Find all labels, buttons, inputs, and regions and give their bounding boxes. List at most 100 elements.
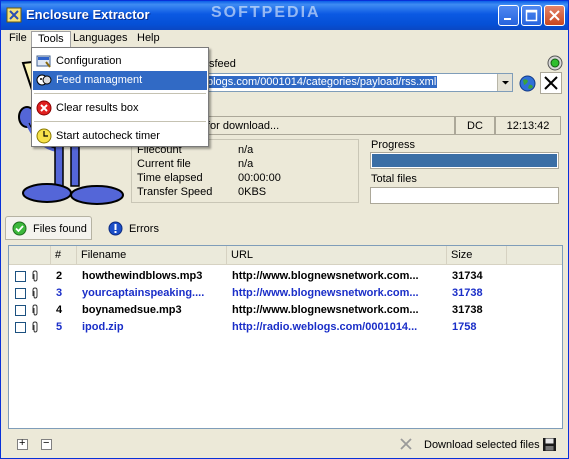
progress-label: Progress — [371, 139, 416, 151]
total-files-label: Total files — [371, 173, 417, 185]
maximize-button[interactable] — [521, 5, 542, 26]
softpedia-watermark: SOFTPEDIA — [211, 4, 321, 21]
feed-management-label: Feed managment — [56, 74, 143, 86]
row-checkbox[interactable] — [15, 305, 26, 316]
row-url: http://www.blognewsnetwork.com... — [232, 270, 419, 282]
row-url: http://www.blognewsnetwork.com... — [232, 304, 419, 316]
row-filename: howthewindblows.mp3 — [82, 270, 203, 282]
progress-bar — [370, 152, 559, 169]
menu-separator — [34, 121, 206, 122]
row-size: 31734 — [452, 270, 483, 282]
check-circle-icon — [12, 221, 27, 236]
row-number: 2 — [56, 270, 63, 282]
status-message-panel: for download... — [205, 116, 455, 135]
title-bar[interactable]: Enclosure Extractor SOFTPEDIA — [1, 1, 568, 30]
app-window: Enclosure Extractor SOFTPEDIA File Tools… — [0, 0, 569, 459]
col-header-select[interactable] — [9, 246, 51, 264]
menu-file[interactable]: File — [3, 31, 33, 48]
paperclip-icon — [32, 270, 38, 282]
total-files-bar — [370, 187, 559, 204]
combobox-dropdown-button[interactable] — [497, 74, 512, 91]
row-filename: ipod.zip — [82, 321, 124, 333]
menu-item-configuration[interactable]: Configuration — [33, 52, 207, 71]
stat-label-transfer-speed: Transfer Speed — [137, 186, 213, 198]
status-time-panel: 12:13:42 — [495, 116, 561, 135]
feed-url-value: blogs.com/0001014/categories/payload/rss… — [206, 76, 438, 88]
clear-icon — [36, 100, 52, 116]
paperclip-icon — [32, 321, 38, 333]
collapse-button[interactable]: − — [41, 437, 52, 450]
timer-icon — [36, 128, 52, 144]
row-url: http://www.blognewsnetwork.com... — [232, 287, 419, 299]
menu-separator — [34, 93, 206, 94]
row-number: 5 — [56, 321, 63, 333]
row-checkbox[interactable] — [15, 322, 26, 333]
configuration-label: Configuration — [56, 55, 122, 67]
table-row[interactable]: 5 ipod.zip http://radio.weblogs.com/000101… — [9, 319, 562, 336]
tab-files-found[interactable]: Files found — [5, 216, 92, 240]
stop-button[interactable] — [540, 72, 562, 94]
col-header-url[interactable]: URL — [227, 246, 447, 264]
list-header: # Filename URL Size — [9, 246, 562, 265]
col-header-filename[interactable]: Filename — [77, 246, 227, 264]
window-title: Enclosure Extractor — [26, 7, 150, 22]
row-number: 3 — [56, 287, 63, 299]
menu-item-clear-results[interactable]: Clear results box — [33, 99, 207, 118]
status-message: for download... — [207, 120, 280, 132]
stat-label-current-file: Current file — [137, 158, 191, 170]
globe-icon[interactable] — [519, 75, 536, 92]
col-header-number[interactable]: # — [51, 246, 77, 264]
expand-button[interactable]: + — [17, 437, 28, 450]
feed-url-combobox[interactable]: blogs.com/0001014/categories/payload/rss… — [205, 73, 513, 92]
progress-bar-fill — [372, 154, 557, 167]
clear-results-label: Clear results box — [56, 102, 139, 114]
menu-help[interactable]: Help — [131, 31, 166, 48]
paperclip-icon — [32, 304, 38, 316]
stat-value-transfer-speed: 0KBS — [238, 186, 267, 198]
minimize-icon — [504, 18, 511, 20]
app-icon — [6, 7, 22, 23]
cancel-icon[interactable] — [399, 437, 413, 451]
autocheck-timer-label: Start autocheck timer — [56, 130, 160, 142]
tools-dropdown-menu: Configuration Feed managment Clear resul… — [31, 47, 209, 147]
table-row[interactable]: 4 boynamedsue.mp3 http://www.blognewsnetwo… — [9, 302, 562, 319]
row-url: http://radio.weblogs.com/0001014... — [232, 321, 418, 333]
menu-item-feed-management[interactable]: Feed managment — [33, 71, 207, 90]
menu-item-autocheck-timer[interactable]: Start autocheck timer — [33, 127, 207, 146]
status-mode: DC — [467, 120, 483, 132]
files-list: # Filename URL Size 2 howthewindblows.mp3… — [8, 245, 563, 429]
row-size: 31738 — [452, 304, 483, 316]
tab-files-found-label: Files found — [33, 223, 87, 235]
stat-value-filecount: n/a — [238, 144, 254, 156]
stat-label-time-elapsed: Time elapsed — [137, 172, 203, 184]
row-size: 31738 — [452, 287, 483, 299]
menu-bar: File Tools Languages Help — [1, 30, 568, 48]
expand-symbol: + — [19, 437, 26, 449]
config-icon — [36, 55, 51, 68]
bottom-toolbar: + − Download selected files — [1, 433, 568, 455]
menu-tools[interactable]: Tools — [31, 31, 71, 48]
close-window-button[interactable] — [544, 5, 565, 26]
close-icon — [549, 10, 560, 21]
menu-languages[interactable]: Languages — [67, 31, 133, 48]
collapse-symbol: − — [43, 437, 50, 449]
download-selected-label[interactable]: Download selected files — [424, 439, 540, 451]
row-size: 1758 — [452, 321, 477, 333]
chevron-down-icon — [502, 81, 509, 85]
close-x-icon — [544, 76, 558, 90]
row-filename: yourcaptainspeaking.... — [82, 287, 205, 299]
results-tabs: Files found Errors — [5, 216, 567, 240]
status-light-icon — [547, 55, 563, 71]
row-checkbox[interactable] — [15, 288, 26, 299]
row-checkbox[interactable] — [15, 271, 26, 282]
table-row[interactable]: 3 yourcaptainspeaking.... http://www.blogn… — [9, 285, 562, 302]
row-filename: boynamedsue.mp3 — [82, 304, 182, 316]
save-disk-icon[interactable] — [542, 437, 557, 452]
status-mode-panel: DC — [455, 116, 495, 135]
col-header-size[interactable]: Size — [447, 246, 507, 264]
tab-errors[interactable]: Errors — [101, 216, 167, 240]
table-row[interactable]: 2 howthewindblows.mp3 http://www.blognewsn… — [9, 268, 562, 285]
status-time: 12:13:42 — [506, 120, 550, 132]
minimize-button[interactable] — [498, 5, 519, 26]
feed-label: sfeed — [209, 58, 236, 70]
